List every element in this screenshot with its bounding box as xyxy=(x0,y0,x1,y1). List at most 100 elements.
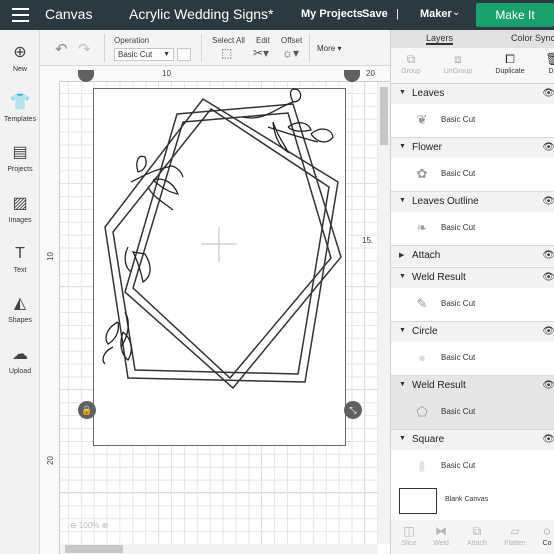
lock-handle-icon[interactable]: 🔒 xyxy=(78,401,96,419)
my-projects-link[interactable]: My Projects xyxy=(301,8,363,20)
chevron-down-icon[interactable]: ⌄ xyxy=(452,7,460,18)
blank-canvas-swatch[interactable] xyxy=(399,488,437,514)
leaves-outline-thumbnail-icon: ❧ xyxy=(416,220,428,235)
scroll-thumb[interactable] xyxy=(380,87,388,145)
layer-header[interactable]: ▼ Circle 👁 xyxy=(391,322,554,342)
eye-icon[interactable]: 👁 xyxy=(542,250,554,261)
action-label: Duplicate xyxy=(495,68,525,75)
layer-header[interactable]: ▼ Leaves Outline 👁 xyxy=(391,192,554,212)
zoom-control[interactable]: ⊖ 100% ⊕ xyxy=(70,521,108,530)
contour-button[interactable]: ◌ Co xyxy=(531,522,554,547)
eye-icon[interactable]: 👁 xyxy=(542,434,554,445)
scissors-icon[interactable]: ✂▾ xyxy=(253,46,269,60)
layer-name: Leaves xyxy=(412,88,445,99)
layer-header[interactable]: ▼ Weld Result 👁 xyxy=(391,376,554,396)
eye-icon[interactable]: 👁 xyxy=(542,142,554,153)
scroll-thumb[interactable] xyxy=(65,545,123,553)
sidebar-item-projects[interactable]: ▤ Projects xyxy=(0,143,40,173)
layer-name: Flower xyxy=(412,142,443,153)
slice-button[interactable]: ◫ Slice xyxy=(393,522,425,547)
attach-icon: ⧉ xyxy=(472,524,482,538)
shirt-icon: 👕 xyxy=(10,94,30,111)
expand-down-icon[interactable]: ▼ xyxy=(399,197,406,204)
select-all-icon[interactable]: ⬚ xyxy=(221,46,232,60)
layer-header[interactable]: ▼ Leaves 👁 xyxy=(391,84,554,104)
sidebar-item-label: Projects xyxy=(7,166,33,173)
offset-icon[interactable]: ☼▾ xyxy=(282,46,299,60)
expand-down-icon[interactable]: ▼ xyxy=(399,435,406,442)
layer-flower[interactable]: ▼ Flower 👁 ✿ Basic Cut xyxy=(391,138,554,192)
upload-icon: ☁ xyxy=(12,346,28,363)
layer-header[interactable]: ▼ Weld Result 👁 xyxy=(391,268,554,288)
left-sidebar: ⊕ New 👕 Templates ▤ Projects ▨ Images T … xyxy=(0,30,40,554)
redo-icon[interactable]: ↷ xyxy=(78,40,91,58)
layer-weld-result[interactable]: ▼ Weld Result 👁 ✎ Basic Cut xyxy=(391,268,554,322)
weld-button[interactable]: ⧓ Weld xyxy=(425,522,457,547)
expand-down-icon[interactable]: ▼ xyxy=(399,381,406,388)
sidebar-item-templates[interactable]: 👕 Templates xyxy=(0,93,40,123)
eye-icon[interactable]: 👁 xyxy=(542,326,554,337)
action-label: Group xyxy=(401,68,421,75)
expand-down-icon[interactable]: ▼ xyxy=(399,273,406,280)
sidebar-item-label: Upload xyxy=(8,368,32,375)
ungroup-button[interactable]: ⧈ UnGroup xyxy=(438,50,478,75)
action-label: Slice xyxy=(401,540,417,547)
slice-icon: ◫ xyxy=(403,524,415,538)
eye-icon[interactable]: 👁 xyxy=(542,88,554,99)
expand-right-icon[interactable]: ▶ xyxy=(399,251,404,259)
sidebar-item-upload[interactable]: ☁ Upload xyxy=(0,345,40,375)
more-menu[interactable]: More ▾ xyxy=(317,44,341,53)
eye-icon[interactable]: 👁 xyxy=(542,380,554,391)
expand-down-icon[interactable]: ▼ xyxy=(399,327,406,334)
layer-header[interactable]: ▼ Flower 👁 xyxy=(391,138,554,158)
save-button[interactable]: Save xyxy=(362,8,388,20)
attach-button[interactable]: ⧉ Attach xyxy=(461,522,493,547)
undo-icon[interactable]: ↶ xyxy=(55,40,68,58)
make-it-button[interactable]: Make It xyxy=(476,3,554,27)
eye-icon[interactable]: 👁 xyxy=(542,272,554,283)
action-label: De xyxy=(548,68,554,75)
document-title[interactable]: Acrylic Wedding Signs* xyxy=(129,6,273,22)
sidebar-item-images[interactable]: ▨ Images xyxy=(0,194,40,224)
group-button[interactable]: ⧉ Group xyxy=(391,50,431,75)
duplicate-button[interactable]: ⧠ Duplicate xyxy=(490,50,530,75)
ruler-number: 10 xyxy=(45,252,55,261)
layer-square[interactable]: ▼ Square 👁 ▮ Basic Cut xyxy=(391,430,554,484)
image-icon: ▨ xyxy=(12,195,28,212)
tab-color-sync[interactable]: Color Sync xyxy=(511,33,554,43)
panel-bottom-actions: ◫ Slice ⧓ Weld ⧉ Attach ▱ Flatten ◌ Co xyxy=(391,520,554,554)
horizontal-scrollbar[interactable] xyxy=(60,544,378,554)
sidebar-item-shapes[interactable]: ◭ Shapes xyxy=(0,294,40,324)
machine-selector[interactable]: Maker xyxy=(420,8,452,20)
hamburger-menu-icon[interactable] xyxy=(12,8,29,22)
layer-header[interactable]: ▶ Attach 👁 xyxy=(391,246,554,266)
sidebar-item-label: Images xyxy=(8,217,32,224)
color-swatch[interactable] xyxy=(177,48,191,61)
tab-layers[interactable]: Layers xyxy=(426,33,454,45)
layer-name: Square xyxy=(412,434,445,445)
operation-select[interactable]: Basic Cut ▼ xyxy=(114,48,174,61)
vertical-scrollbar[interactable] xyxy=(378,82,390,544)
edit-toolbar: ↶ ↷ Operation Basic Cut ▼ Select All ⬚ E… xyxy=(0,30,390,66)
sidebar-item-text[interactable]: T Text xyxy=(0,244,40,274)
blank-canvas-row[interactable]: Blank Canvas xyxy=(391,482,554,522)
sidebar-item-label: New xyxy=(12,66,27,73)
layer-circle[interactable]: ▼ Circle 👁 ● Basic Cut xyxy=(391,322,554,376)
delete-button[interactable]: 🗑 De xyxy=(533,50,554,75)
layer-weld-result-selected[interactable]: ▼ Weld Result 👁 ⬠ Basic Cut xyxy=(391,376,554,430)
ruler-corner xyxy=(40,66,60,82)
layer-leaves[interactable]: ▼ Leaves 👁 ❦ Basic Cut xyxy=(391,84,554,138)
layer-operation: Basic Cut xyxy=(441,299,476,308)
weld-icon: ⧓ xyxy=(435,524,447,538)
layer-header[interactable]: ▼ Square 👁 xyxy=(391,430,554,450)
layer-leaves-outline[interactable]: ▼ Leaves Outline 👁 ❧ Basic Cut xyxy=(391,192,554,246)
sidebar-item-new[interactable]: ⊕ New xyxy=(0,43,40,73)
expand-down-icon[interactable]: ▼ xyxy=(399,143,406,150)
expand-down-icon[interactable]: ▼ xyxy=(399,89,406,96)
pentagon-frame-design[interactable] xyxy=(93,82,354,409)
divider xyxy=(201,34,202,62)
eye-icon[interactable]: 👁 xyxy=(542,196,554,207)
layer-attach[interactable]: ▶ Attach 👁 xyxy=(391,246,554,268)
flatten-button[interactable]: ▱ Flatten xyxy=(499,522,531,547)
resize-handle-icon[interactable]: ⤡ xyxy=(344,401,362,419)
